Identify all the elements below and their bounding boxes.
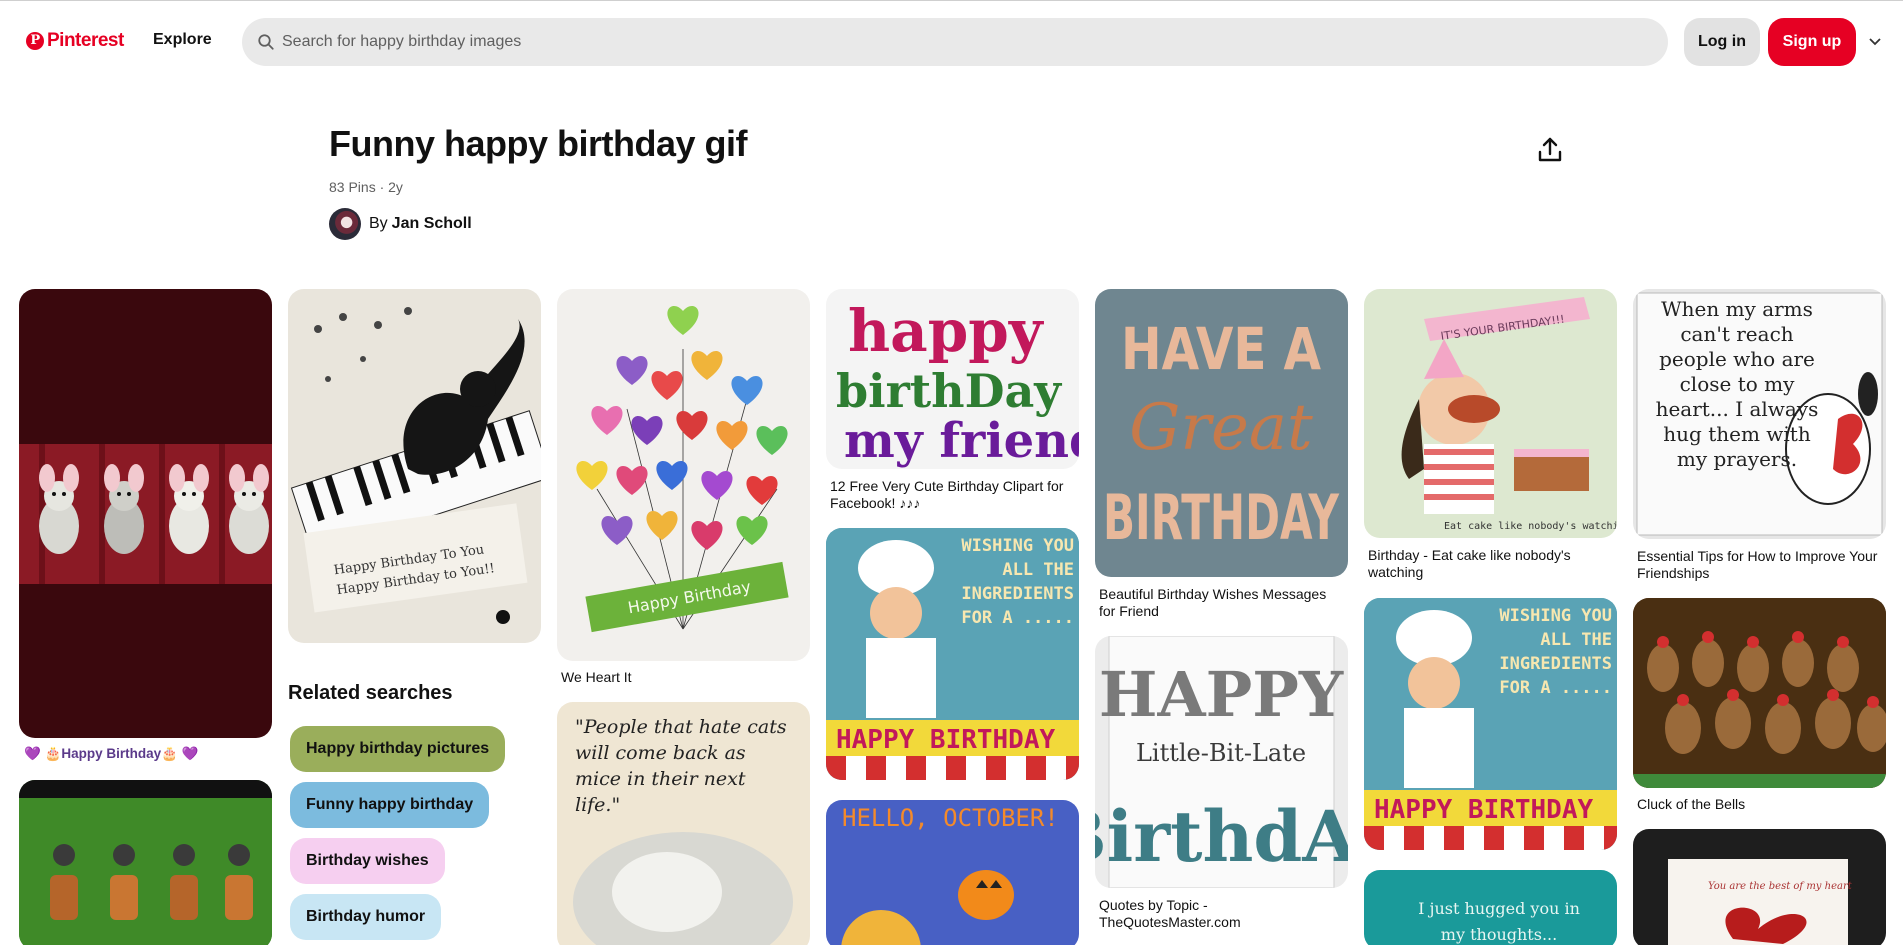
- pin-little-late[interactable]: HAPPY Little-Bit-Late BirthdAy: [1095, 636, 1348, 888]
- pin-hello-october[interactable]: HELLO, OCTOBER!: [826, 800, 1079, 945]
- art-line-3: BirthdAy: [1095, 795, 1348, 878]
- chevron-down-icon[interactable]: [1867, 33, 1883, 49]
- cake-footer: Eat cake like nobody's watching: [1444, 521, 1617, 532]
- art-line-1: HAVE A: [1121, 315, 1321, 383]
- related-chip[interactable]: Birthday humor: [290, 894, 442, 940]
- pin-hugged[interactable]: I just hugged you in my thoughts...: [1364, 870, 1617, 945]
- eat-cake-image: IT'S YOUR BIRTHDAY!!! Eat cake like nobo…: [1401, 297, 1617, 532]
- search-input[interactable]: [282, 18, 1642, 66]
- pin-heart-balloons[interactable]: Happy Birthday: [557, 289, 810, 661]
- pin-happy-birthday-friend[interactable]: happy birthDay my friend: [826, 289, 1079, 469]
- pin-bow-card[interactable]: You are the best of my heart: [1633, 829, 1886, 945]
- chef-text: WISHING YOU ALL THE INGREDIENTS FOR A ..…: [1499, 606, 1612, 698]
- snoopy-quote-text: When my arms can't reach people who are …: [1655, 297, 1819, 471]
- search-icon: [258, 34, 274, 50]
- art-line-1: happy: [848, 297, 1045, 365]
- pin-chickens[interactable]: [1633, 598, 1886, 788]
- logo-text: Pinterest: [47, 30, 124, 51]
- bow-card-text: You are the best of my heart: [1708, 881, 1853, 892]
- october-text: HELLO, OCTOBER!: [842, 804, 1059, 832]
- share-icon[interactable]: [1536, 136, 1564, 164]
- pin-caption[interactable]: 💜 🎂Happy Birthday🎂 💜: [24, 745, 269, 762]
- pin-chef-ingredients-2[interactable]: WISHING YOU ALL THE INGREDIENTS FOR A ..…: [1364, 598, 1617, 850]
- chickens-image: [1633, 598, 1886, 788]
- art-line-2: Great: [1129, 391, 1313, 465]
- chef-image: WISHING YOU ALL THE INGREDIENTS FOR A ..…: [1364, 598, 1617, 850]
- pin-dancing-mice[interactable]: [19, 289, 272, 738]
- art-line-2: birthDay: [836, 364, 1062, 418]
- pin-caption[interactable]: Cluck of the Bells: [1637, 796, 1882, 813]
- pin-cats-quote[interactable]: "People that hate cats will come back as…: [557, 702, 810, 945]
- pin-caption[interactable]: Birthday - Eat cake like nobody's watchi…: [1368, 547, 1613, 581]
- cats-quote-image: "People that hate cats will come back as…: [573, 716, 793, 945]
- pinterest-logo[interactable]: P Pinterest: [26, 30, 124, 52]
- board-meta: 83 Pins · 2y: [329, 179, 403, 195]
- pin-cat-piano[interactable]: Happy Birthday To You Happy Birthday to …: [288, 289, 541, 643]
- board-title: Funny happy birthday gif: [329, 123, 748, 164]
- related-chip[interactable]: Funny happy birthday: [290, 782, 490, 828]
- pin-eat-cake[interactable]: IT'S YOUR BIRTHDAY!!! Eat cake like nobo…: [1364, 289, 1617, 538]
- related-chip[interactable]: Happy birthday pictures: [290, 726, 506, 772]
- signup-button[interactable]: Sign up: [1768, 18, 1856, 66]
- cats-quote-text: "People that hate cats will come back as…: [575, 716, 787, 814]
- mice-image: [19, 444, 272, 584]
- little-late-image: HAPPY Little-Bit-Late BirthdAy: [1095, 636, 1348, 888]
- chef-banner: HAPPY BIRTHDAY: [836, 725, 1055, 755]
- pin-caption[interactable]: 12 Free Very Cute Birthday Clipart for F…: [830, 478, 1075, 512]
- search-bar[interactable]: [242, 18, 1668, 66]
- pinterest-p-icon: P: [26, 32, 44, 50]
- hugged-image: I just hugged you in my thoughts...: [1418, 899, 1580, 944]
- chef-text: WISHING YOU ALL THE INGREDIENTS FOR A ..…: [961, 536, 1074, 628]
- by-prefix: By: [369, 215, 388, 232]
- art-line-2: Little-Bit-Late: [1136, 739, 1306, 767]
- chef-banner: HAPPY BIRTHDAY: [1374, 795, 1593, 825]
- art-line-3: my friend: [844, 413, 1079, 469]
- pin-snoopy-quote[interactable]: When my arms can't reach people who are …: [1633, 289, 1886, 539]
- hearts-image: Happy Birthday: [576, 306, 789, 633]
- explore-link[interactable]: Explore: [153, 31, 212, 49]
- login-button[interactable]: Log in: [1684, 18, 1760, 66]
- cat-piano-image: Happy Birthday To You Happy Birthday to …: [290, 307, 541, 624]
- bow-card-image: You are the best of my heart: [1668, 859, 1853, 945]
- pin-caption[interactable]: We Heart It: [561, 669, 806, 686]
- avatar[interactable]: [329, 208, 361, 240]
- board-owner[interactable]: By Jan Scholl: [329, 208, 472, 240]
- october-image: HELLO, OCTOBER!: [841, 804, 1059, 945]
- art-line-1: HAPPY: [1099, 658, 1344, 731]
- pin-caption[interactable]: Beautiful Birthday Wishes Messages for F…: [1099, 586, 1344, 620]
- pin-caption[interactable]: Quotes by Topic - TheQuotesMaster.com: [1099, 897, 1344, 931]
- pin-chef-ingredients[interactable]: WISHING YOU ALL THE INGREDIENTS FOR A ..…: [826, 528, 1079, 780]
- related-chip[interactable]: Birthday wishes: [290, 838, 445, 884]
- owner-name[interactable]: Jan Scholl: [392, 215, 472, 233]
- great-birthday-image: HAVE A Great BIRTHDAY: [1103, 315, 1340, 554]
- art-line-3: BIRTHDAY: [1103, 481, 1340, 554]
- pin-drum-ants[interactable]: [19, 780, 272, 945]
- chef-image: WISHING YOU ALL THE INGREDIENTS FOR A ..…: [826, 528, 1079, 780]
- drum-ants-image: [19, 780, 272, 945]
- pin-caption[interactable]: Essential Tips for How to Improve Your F…: [1637, 548, 1882, 582]
- pin-great-birthday[interactable]: HAVE A Great BIRTHDAY: [1095, 289, 1348, 577]
- happy-friend-image: happy birthDay my friend: [836, 297, 1079, 469]
- top-navigation: P Pinterest Explore Log in Sign up: [0, 1, 1903, 81]
- related-searches-title: Related searches: [288, 682, 453, 704]
- hugged-text: I just hugged you in my thoughts...: [1418, 899, 1580, 944]
